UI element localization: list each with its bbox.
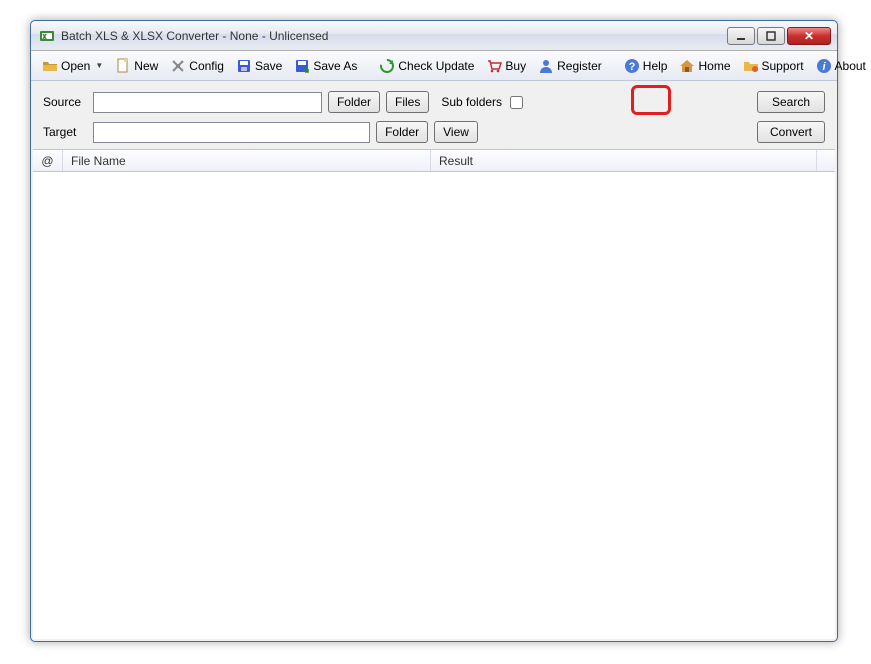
config-icon <box>170 58 186 74</box>
form-area: Source Folder Files Sub folders Search T… <box>31 81 837 149</box>
search-button[interactable]: Search <box>757 91 825 113</box>
support-button[interactable]: Support <box>738 54 809 78</box>
app-icon <box>39 28 55 44</box>
register-button[interactable]: Register <box>533 54 607 78</box>
check-update-button[interactable]: Check Update <box>374 54 479 78</box>
window-title: Batch XLS & XLSX Converter - None - Unli… <box>61 29 727 43</box>
window-controls: ✕ <box>727 27 831 45</box>
about-button[interactable]: i About <box>811 54 871 78</box>
save-icon <box>236 58 252 74</box>
dropdown-arrow-icon: ▼ <box>95 61 103 70</box>
new-button[interactable]: New <box>110 54 163 78</box>
home-button[interactable]: Home <box>674 54 735 78</box>
list-header: @ File Name Result <box>33 150 835 172</box>
save-button[interactable]: Save <box>231 54 287 78</box>
col-filename[interactable]: File Name <box>63 150 431 171</box>
buy-button[interactable]: Buy <box>481 54 531 78</box>
new-document-icon <box>115 58 131 74</box>
target-folder-button[interactable]: Folder <box>376 121 428 143</box>
titlebar: Batch XLS & XLSX Converter - None - Unli… <box>31 21 837 51</box>
source-input[interactable] <box>93 92 322 113</box>
target-row: Target Folder View Convert <box>43 121 825 143</box>
list-body <box>33 172 835 639</box>
support-icon <box>743 58 759 74</box>
sub-folders-label[interactable]: Sub folders <box>441 93 526 112</box>
source-label: Source <box>43 95 87 109</box>
minimize-button[interactable] <box>727 27 755 45</box>
source-folder-button[interactable]: Folder <box>328 91 380 113</box>
toolbar: Open ▼ New Config Save Save As Check Upd… <box>31 51 837 81</box>
target-label: Target <box>43 125 87 139</box>
app-window: Batch XLS & XLSX Converter - None - Unli… <box>30 20 838 642</box>
close-button[interactable]: ✕ <box>787 27 831 45</box>
sub-folders-checkbox[interactable] <box>510 96 523 109</box>
target-view-button[interactable]: View <box>434 121 478 143</box>
maximize-button[interactable] <box>757 27 785 45</box>
col-at[interactable]: @ <box>33 150 63 171</box>
open-folder-icon <box>42 58 58 74</box>
open-button[interactable]: Open ▼ <box>37 54 108 78</box>
source-row: Source Folder Files Sub folders Search <box>43 91 825 113</box>
user-icon <box>538 58 554 74</box>
help-button[interactable]: ? Help <box>619 54 673 78</box>
home-icon <box>679 58 695 74</box>
save-as-button[interactable]: Save As <box>289 54 362 78</box>
col-tail <box>817 150 835 171</box>
file-list: @ File Name Result <box>33 149 835 639</box>
info-icon: i <box>816 58 832 74</box>
help-icon: ? <box>624 58 640 74</box>
col-result[interactable]: Result <box>431 150 817 171</box>
source-files-button[interactable]: Files <box>386 91 429 113</box>
svg-text:?: ? <box>628 61 635 73</box>
update-icon <box>379 58 395 74</box>
config-button[interactable]: Config <box>165 54 229 78</box>
target-input[interactable] <box>93 122 370 143</box>
save-as-icon <box>294 58 310 74</box>
convert-button[interactable]: Convert <box>757 121 825 143</box>
cart-icon <box>486 58 502 74</box>
